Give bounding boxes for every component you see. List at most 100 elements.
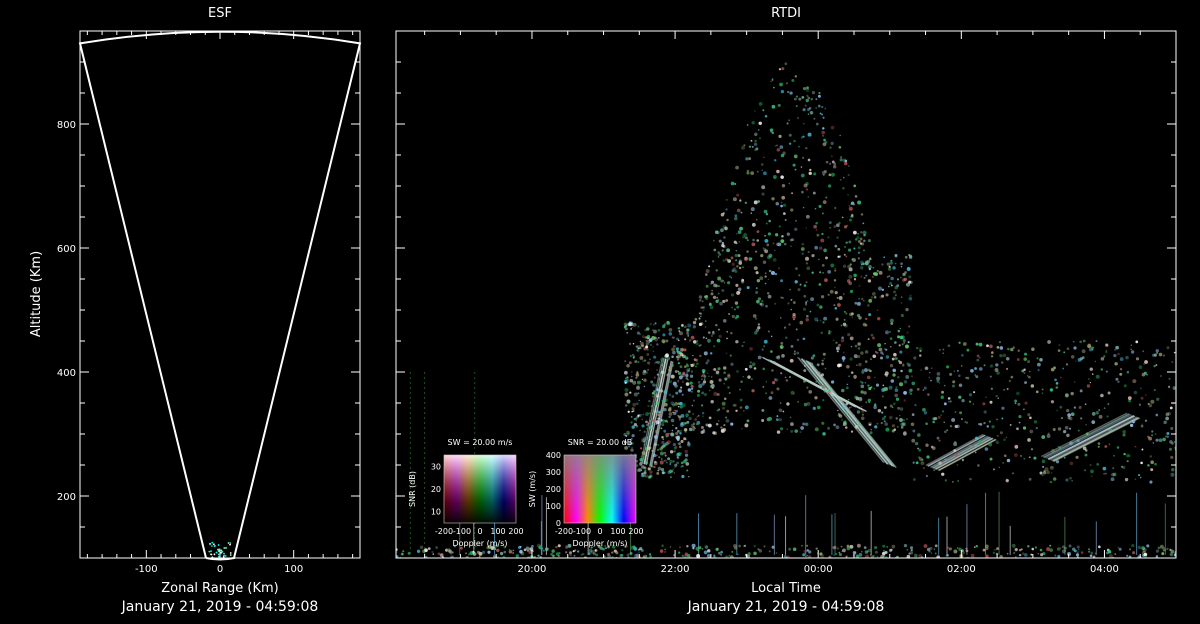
rtdi-echo-point [710,292,714,296]
rtdi-echo-point [723,281,726,284]
rtdi-echo-point [800,166,803,168]
rtdi-echo-point [639,447,643,450]
rtdi-echo-point [835,425,840,430]
rtdi-echo-point [880,356,884,360]
rtdi-echo-point [1173,441,1176,443]
rtdi-echo-point [886,546,889,548]
rtdi-echo-point [737,230,742,234]
rtdi-echo-point [823,248,827,253]
rtdi-echo-point [445,548,449,552]
rtdi-echo-point [898,344,901,347]
rtdi-echo-point [651,422,654,426]
rtdi-echo-point [788,375,792,379]
rtdi-echo-point [922,389,925,391]
rtdi-echo-point [894,356,898,361]
rtdi-echo-point [960,353,964,357]
rtdi-echo-point [909,388,913,392]
rtdi-echo-point [973,391,976,394]
rtdi-echo-point [705,337,708,340]
rtdi-echo-point [781,184,786,188]
rtdi-echo-streaks [409,356,1166,555]
rtdi-echo-point [789,358,794,363]
rtdi-echo-point [1054,554,1057,557]
rtdi-echo-point [801,242,805,246]
rtdi-echo-point [678,551,681,554]
rtdi-echo-point [898,360,903,365]
rtdi-echo-point [770,335,773,338]
rtdi-echo-point [776,169,780,174]
rtdi-echo-point [625,404,628,407]
rtdi-echo-point [762,247,765,249]
rtdi-echo-point [940,414,943,417]
rtdi-echo-point [990,387,994,391]
rtdi-echo-point [820,553,825,558]
rtdi-echo-point [863,276,866,280]
rtdi-echo-point [958,383,963,388]
esf-beam-outline [78,30,362,561]
rtdi-echo-point [1069,461,1074,466]
rtdi-echo-point [836,236,839,239]
rtdi-echo-point [750,212,753,214]
rtdi-echo-point [925,474,928,478]
rtdi-echo-point [919,349,922,353]
rtdi-echo-point [936,436,940,440]
rtdi-echo-point [698,295,703,299]
rtdi-echo-point [694,365,697,368]
rtdi-echo-point [625,327,628,330]
rtdi-echo-point [1094,552,1097,555]
rtdi-echo-point [781,234,784,238]
rtdi-echo-point [1109,554,1113,558]
rtdi-echo-point [732,267,737,271]
rtdi-echo-point [954,453,958,457]
esf-echo-point [210,545,213,547]
rtdi-echo-streak [800,358,888,465]
rtdi-echo-point [502,555,506,558]
esf-ticks [80,31,360,559]
rtdi-echo-point [696,416,699,418]
legend-2-xlabel: Doppler (m/s) [572,539,627,548]
rtdi-echo-point [1023,372,1026,374]
rtdi-echo-point [1015,548,1018,551]
rtdi-echo-point [683,437,687,441]
esf-y-tick-labels: 200400600800 [57,120,76,503]
rtdi-echo-point [999,431,1003,435]
rtdi-echo-point [915,461,919,465]
rtdi-echo-point [645,555,648,557]
rtdi-echo-point [840,388,845,393]
rtdi-echo-point [782,212,786,216]
rtdi-echo-point [717,328,720,331]
rtdi-echo-point [697,389,701,393]
rtdi-echo-point [894,262,897,265]
rtdi-echo-point [1142,350,1145,353]
rtdi-echo-point [742,376,744,378]
rtdi-echo-point [730,362,734,366]
rtdi-echo-point [897,329,901,333]
rtdi-echo-point [917,447,919,450]
rtdi-echo-point [671,336,674,339]
rtdi-echo-point [787,302,790,305]
rtdi-echo-point [720,550,723,554]
rtdi-echo-point [949,372,953,376]
rtdi-echo-point [1170,455,1174,460]
rtdi-echo-point [860,405,863,408]
rtdi-echo-point [739,198,742,201]
rtdi-echo-point [674,435,677,438]
rtdi-echo-point [968,393,973,397]
rtdi-echo-point [834,267,837,270]
rtdi-echo-point [648,399,651,403]
rtdi-echo-point [797,288,801,292]
rtdi-echo-point [1158,352,1163,357]
rtdi-echo-point [696,553,701,558]
rtdi-echo-point [692,399,696,402]
rtdi-echo-point [802,337,806,341]
rtdi-echo-point [1126,370,1130,374]
rtdi-echo-point [746,239,749,242]
rtdi-echo-point [800,173,805,178]
rtdi-echo-point [694,358,698,362]
rtdi-echo-point [807,96,811,100]
rtdi-echo-point [856,236,860,239]
rtdi-echo-point [1073,346,1077,350]
rtdi-echo-point [699,354,702,358]
rtdi-echo-point [705,284,709,288]
rtdi-echo-point [680,413,685,418]
